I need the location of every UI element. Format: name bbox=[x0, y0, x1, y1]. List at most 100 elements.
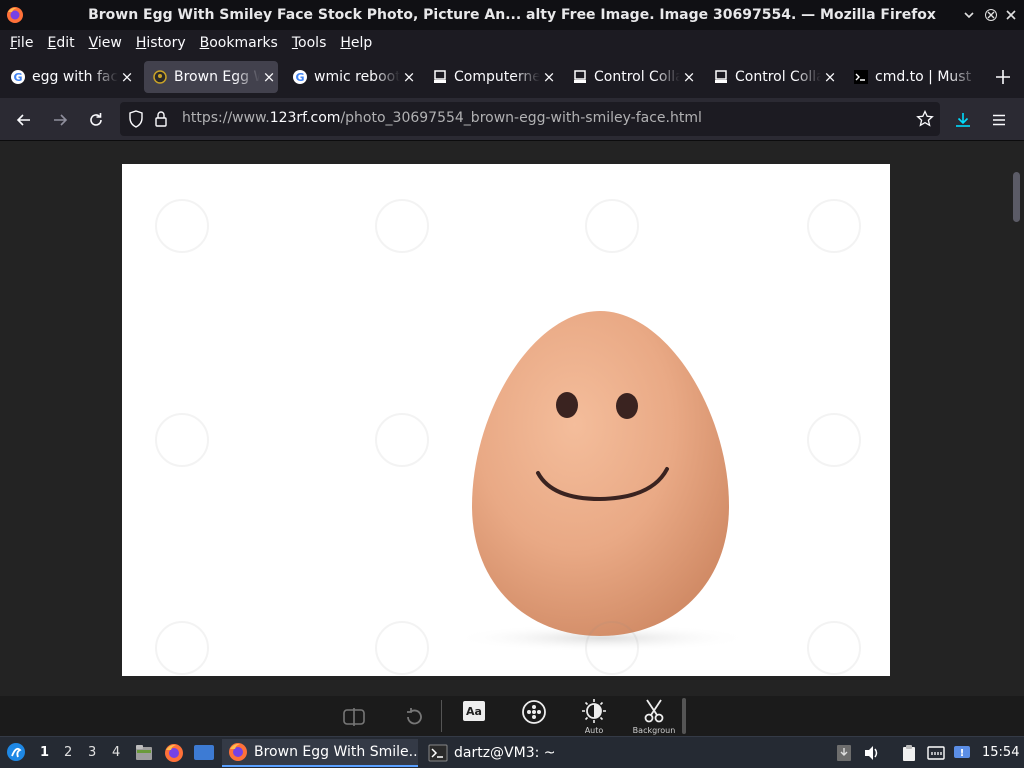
reload-icon bbox=[90, 113, 102, 126]
page-scrollbar-thumb[interactable] bbox=[1013, 172, 1020, 222]
clock: 15:54 bbox=[982, 745, 1020, 760]
network-icon[interactable] bbox=[927, 744, 945, 762]
page-content bbox=[0, 141, 1024, 696]
menu-tools[interactable]: Tools bbox=[292, 35, 327, 51]
menu-bookmarks[interactable]: Bookmarks bbox=[200, 35, 278, 51]
auto-tool[interactable]: Auto bbox=[572, 696, 616, 736]
tracking-shield-icon[interactable] bbox=[128, 110, 144, 128]
image-tool-strip: Aa Auto Backgroun bbox=[0, 696, 1024, 736]
volume-icon[interactable] bbox=[863, 744, 881, 762]
close-icon[interactable] bbox=[1004, 8, 1018, 22]
task-firefox[interactable]: Brown Egg With Smile... bbox=[222, 739, 418, 767]
arrow-right-icon bbox=[54, 114, 68, 126]
download-icon bbox=[956, 113, 970, 127]
file-manager-icon[interactable] bbox=[134, 743, 154, 763]
tab-close-icon[interactable]: × bbox=[400, 68, 418, 86]
workspace-2[interactable]: 2 bbox=[64, 745, 72, 760]
tab-label: wmic reboot bbox=[314, 69, 400, 85]
reload-button[interactable] bbox=[84, 108, 108, 132]
auto-label: Auto bbox=[584, 726, 604, 735]
tab-close-icon[interactable]: × bbox=[680, 68, 698, 86]
undo-tool[interactable] bbox=[392, 696, 436, 736]
scissors-icon bbox=[644, 699, 664, 723]
tab-label: egg with face bbox=[32, 69, 118, 85]
tab-control-collapse-1[interactable]: Control Collapse × bbox=[564, 61, 698, 93]
filters-icon bbox=[522, 700, 546, 724]
downloads-button[interactable] bbox=[951, 108, 975, 132]
notification-icon[interactable]: ! bbox=[953, 744, 971, 762]
tab-label: Brown Egg With Smiley Face bbox=[174, 69, 260, 85]
computer-icon bbox=[715, 70, 727, 83]
navigation-toolbar: https://www.123rf.com/photo_30697554_bro… bbox=[0, 98, 1024, 141]
svg-text:G: G bbox=[13, 71, 22, 84]
background-tool[interactable]: Backgroun bbox=[632, 696, 676, 736]
svg-text:G: G bbox=[295, 71, 304, 84]
tab-close-icon[interactable]: × bbox=[118, 68, 136, 86]
terminal-icon bbox=[854, 70, 868, 84]
undo-icon bbox=[407, 708, 422, 725]
app-menu-button[interactable] bbox=[987, 108, 1011, 132]
tab-label: cmd.to | Must bbox=[875, 69, 972, 85]
background-label: Backgroun bbox=[632, 726, 676, 735]
filter-tool[interactable] bbox=[512, 696, 556, 736]
toolbar-scroll-handle[interactable] bbox=[682, 698, 686, 734]
tab-cmd-to[interactable]: cmd.to | Must bbox=[845, 61, 979, 93]
lock-icon[interactable] bbox=[154, 110, 168, 128]
tab-wmic-reboot[interactable]: G wmic reboot × bbox=[284, 61, 418, 93]
back-button[interactable] bbox=[12, 108, 36, 132]
tab-computernetworking[interactable]: Computernetworking × bbox=[424, 61, 558, 93]
google-icon: G bbox=[293, 70, 307, 84]
minimize-icon[interactable] bbox=[962, 8, 976, 22]
menu-bar: File Edit View History Bookmarks Tools H… bbox=[0, 30, 1024, 55]
url-path: /photo_30697554_brown-egg-with-smiley-fa… bbox=[340, 110, 702, 126]
egg-photo[interactable] bbox=[122, 164, 890, 676]
maximize-icon[interactable] bbox=[984, 8, 998, 22]
compare-tool[interactable] bbox=[332, 696, 376, 736]
tab-egg-with-face[interactable]: G egg with face × bbox=[2, 61, 136, 93]
tab-control-collapse-2[interactable]: Control Collapse × bbox=[705, 61, 839, 93]
tab-close-icon[interactable]: × bbox=[260, 68, 278, 86]
forward-button[interactable] bbox=[48, 108, 72, 132]
task-label: Brown Egg With Smile... bbox=[254, 744, 418, 760]
firefox-icon bbox=[229, 743, 247, 761]
tab-bar: G egg with face × Brown Egg With Smiley … bbox=[0, 55, 1024, 98]
task-terminal[interactable]: dartz@VM3: ~ bbox=[422, 739, 582, 767]
svg-text:!: ! bbox=[960, 748, 965, 759]
updates-icon[interactable] bbox=[835, 744, 853, 762]
terminal-icon bbox=[428, 744, 448, 762]
start-menu-icon[interactable] bbox=[6, 742, 26, 762]
window-titlebar: Brown Egg With Smiley Face Stock Photo, … bbox=[0, 0, 1024, 30]
text-tool[interactable]: Aa bbox=[452, 696, 496, 736]
computer-icon bbox=[574, 70, 586, 83]
new-tab-icon[interactable] bbox=[992, 66, 1014, 88]
google-icon: G bbox=[11, 70, 25, 84]
menu-view[interactable]: View bbox=[89, 35, 122, 51]
desktop-icon[interactable] bbox=[193, 743, 215, 763]
task-label: dartz@VM3: ~ bbox=[454, 745, 556, 761]
menu-edit[interactable]: Edit bbox=[47, 35, 74, 51]
arrow-left-icon bbox=[16, 114, 30, 126]
url-scheme: https://www. bbox=[182, 110, 270, 126]
toolbar-divider bbox=[441, 700, 442, 732]
url-host: 123rf.com bbox=[269, 110, 341, 126]
workspace-1[interactable]: 1 bbox=[40, 745, 49, 760]
firefox-launcher-icon[interactable] bbox=[164, 743, 184, 763]
menu-file[interactable]: File bbox=[10, 35, 33, 51]
menu-history[interactable]: History bbox=[136, 35, 186, 51]
url-bar[interactable]: https://www.123rf.com/photo_30697554_bro… bbox=[120, 102, 940, 136]
tab-brown-egg[interactable]: Brown Egg With Smiley Face × bbox=[144, 61, 278, 93]
system-taskbar: 1 2 3 4 Brown Egg With Smile... dartz@VM… bbox=[0, 736, 1024, 768]
tab-close-icon[interactable]: × bbox=[821, 68, 839, 86]
tab-close-icon[interactable]: × bbox=[540, 68, 558, 86]
computer-icon bbox=[434, 70, 446, 83]
compare-icon bbox=[343, 708, 365, 726]
workspace-4[interactable]: 4 bbox=[112, 745, 120, 760]
workspace-3[interactable]: 3 bbox=[88, 745, 96, 760]
tab-label: Control Collapse bbox=[735, 69, 821, 85]
text-aa-icon: Aa bbox=[463, 701, 485, 721]
clipboard-icon[interactable] bbox=[900, 744, 918, 762]
menu-help[interactable]: Help bbox=[340, 35, 372, 51]
window-title: Brown Egg With Smiley Face Stock Photo, … bbox=[88, 7, 936, 23]
bookmark-star-icon[interactable] bbox=[916, 110, 934, 128]
url-text[interactable]: https://www.123rf.com/photo_30697554_bro… bbox=[182, 110, 702, 126]
